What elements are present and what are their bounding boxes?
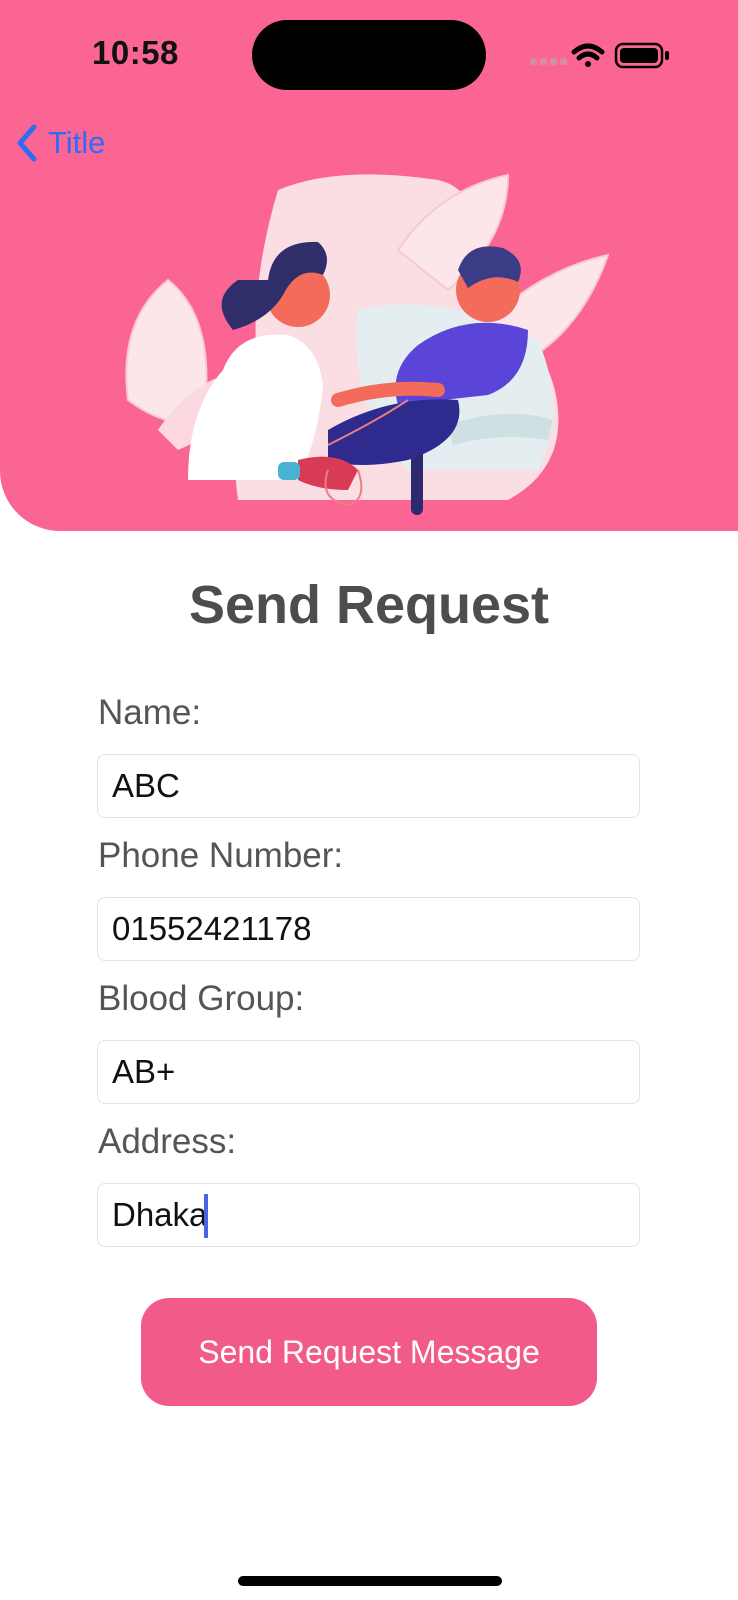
- back-button[interactable]: Title: [14, 120, 105, 166]
- address-field[interactable]: [97, 1183, 640, 1247]
- dynamic-island: [252, 20, 486, 90]
- blood-group-label: Blood Group:: [98, 979, 305, 1018]
- wifi-icon: [571, 43, 605, 67]
- home-indicator[interactable]: [238, 1576, 502, 1586]
- phone-field[interactable]: [97, 897, 640, 961]
- back-button-label: Title: [48, 125, 106, 160]
- header-banner: 10:58 Title: [0, 0, 738, 531]
- send-request-button[interactable]: Send Request Message: [141, 1298, 597, 1406]
- phone-label: Phone Number:: [98, 836, 344, 875]
- battery-icon: [614, 42, 669, 69]
- text-cursor: [204, 1194, 208, 1238]
- status-time: 10:58: [92, 34, 179, 71]
- status-icons: [530, 42, 669, 69]
- address-label: Address:: [98, 1122, 237, 1161]
- blood-donation-illustration: [125, 173, 610, 515]
- chevron-left-icon: [17, 124, 37, 162]
- name-label: Name:: [98, 693, 202, 732]
- blood-group-field[interactable]: [97, 1040, 640, 1104]
- cellular-signal-icon: [530, 58, 567, 65]
- name-field[interactable]: [97, 754, 640, 818]
- page-title: Send Request: [188, 575, 550, 635]
